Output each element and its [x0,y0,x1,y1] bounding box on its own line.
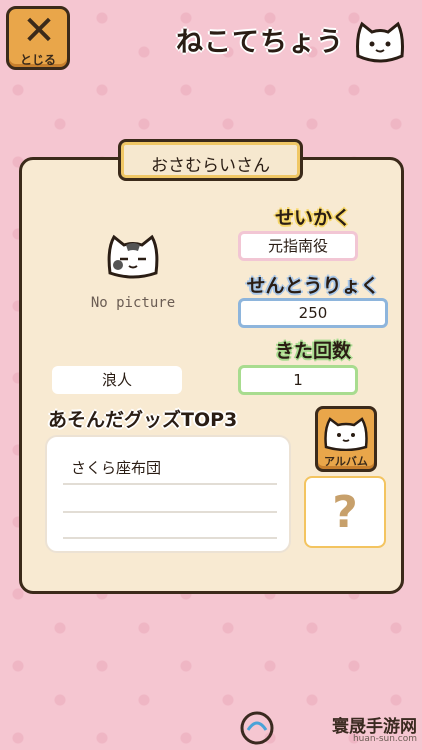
close-label: とじる [19,53,56,67]
goods-divider [63,483,277,485]
visits-label: きた回数 [274,340,351,362]
no-picture-text: No picture [90,295,176,311]
power-value: 250 [238,298,388,328]
brand-logo-icon [240,711,274,745]
footer-url: huan-sun.com [352,734,417,744]
personality-label: せいかく [274,207,351,229]
album-button[interactable]: アルバム [315,406,377,472]
cat-face-icon [356,21,404,63]
goods-divider [63,537,277,539]
goods-list: さくら座布団 [45,435,291,553]
cat-face-icon [324,417,368,451]
close-button[interactable]: ✕ とじる [6,6,70,70]
goods-divider [63,511,277,513]
cat-portrait-icon [107,234,159,279]
goods-item-1: さくら座布団 [71,459,162,477]
mystery-item-slot[interactable]: ? [304,476,386,548]
visits-value: 1 [238,365,358,395]
page-title: ねこてちょう [176,27,344,58]
nickname-value: 浪人 [52,366,182,394]
power-label: せんとうりょく [246,275,380,297]
cat-name-tab: おさむらいさん [118,139,303,181]
album-label: アルバム [324,455,368,468]
goods-label: あそんだグッズTOP3 [48,409,238,431]
close-icon: ✕ [22,8,56,54]
personality-value: 元指南役 [238,231,358,261]
question-mark-icon: ? [332,487,358,538]
cat-name: おさむらいさん [151,156,270,176]
